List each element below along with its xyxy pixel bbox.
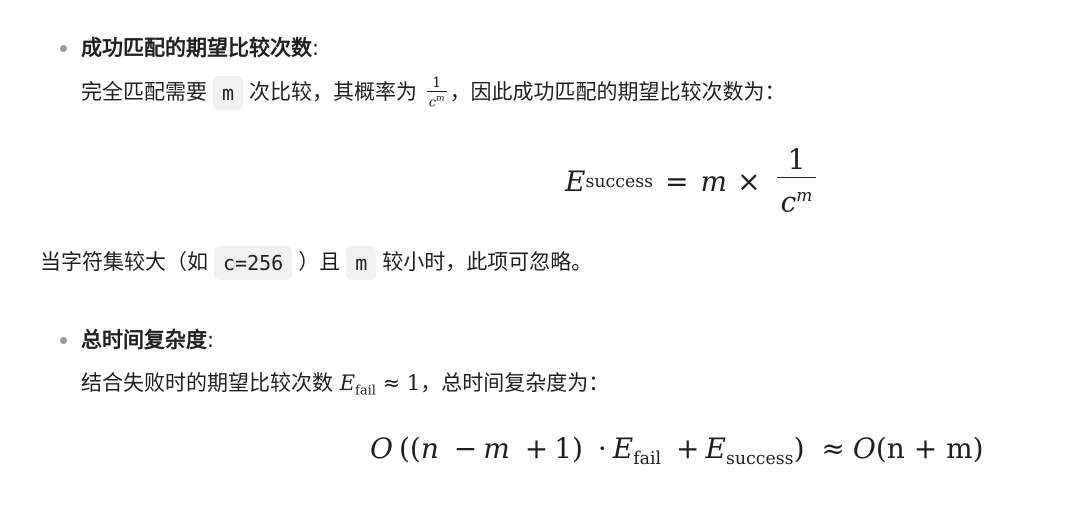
one: 1: [554, 432, 573, 465]
E-subscript: success: [725, 449, 794, 470]
paren-close: ): [572, 432, 583, 465]
paren-close: ): [793, 432, 805, 465]
E-symbol: E: [339, 371, 356, 395]
text-segment: 结合失败时的期望比较次数: [81, 371, 333, 395]
O-symbol: O: [370, 432, 393, 465]
text-segment: 较小时，此项可忽略。: [382, 250, 593, 274]
plus-sign: +: [524, 432, 549, 465]
den-sup: m: [436, 94, 445, 104]
success-formula: Esuccess = m × 1 cm: [565, 142, 822, 222]
paren-open: ((: [398, 432, 421, 465]
inline-fraction: 1 cm: [426, 75, 447, 111]
bullet-dot: [60, 337, 67, 344]
approx-sign: ≈: [821, 432, 845, 465]
explanation-line: 完全匹配需要 m 次比较，其概率为 1 cm ，因此成功匹配的期望比较次数为：: [81, 75, 786, 111]
text-segment: ，因此成功匹配的期望比较次数为：: [449, 80, 786, 105]
explanation-line: 结合失败时的期望比较次数 Efail ≈ 1，总时间复杂度为：: [81, 369, 609, 406]
complexity-formula: O ((n − m +1) · Efail + Esuccess) ≈ O(n + m): [370, 425, 984, 483]
section-title: 成功匹配的期望比较次数: [81, 36, 312, 60]
text-segment: 当字符集较大（如: [40, 250, 208, 274]
cdot-sign: ·: [597, 432, 607, 465]
E-symbol: E: [705, 432, 726, 465]
minus-sign: −: [453, 432, 478, 465]
den-base: c: [428, 95, 437, 111]
section-title-line: 总时间复杂度:: [81, 326, 214, 354]
big-den-base: c: [780, 185, 797, 219]
E-subscript: fail: [633, 449, 662, 470]
O-symbol: O: [852, 432, 876, 465]
E-symbol: E: [565, 165, 586, 198]
E-subscript: fail: [355, 383, 376, 399]
m-symbol: m: [700, 165, 728, 198]
section-title: 总时间复杂度: [81, 328, 207, 352]
plus-sign: +: [676, 432, 700, 465]
big-den-sup: m: [796, 186, 813, 207]
one: 1: [406, 371, 421, 395]
rhs-expression: (n + m): [875, 432, 984, 465]
text-segment: ，总时间复杂度为：: [420, 371, 610, 395]
times-sign: ×: [737, 165, 761, 198]
frac-numerator: 1: [432, 75, 442, 91]
approx-sign: ≈: [382, 371, 401, 395]
note-line: 当字符集较大（如 c=256 ）且 m 较小时，此项可忽略。: [40, 246, 592, 280]
E-symbol: E: [612, 432, 634, 465]
bullet-dot: [60, 45, 67, 52]
section-title-line: 成功匹配的期望比较次数:: [81, 34, 319, 62]
code-m: m: [213, 76, 244, 111]
text-segment: ）且: [298, 250, 341, 274]
n-symbol: n: [420, 432, 439, 465]
big-frac-numerator: 1: [787, 143, 806, 177]
m-symbol: m: [483, 432, 510, 465]
inline-math: Efail ≈ 1: [339, 371, 421, 399]
E-subscript: success: [585, 172, 654, 192]
code-m: m: [346, 246, 377, 280]
frac-denominator: cm: [426, 91, 447, 111]
title-colon: :: [312, 36, 320, 60]
title-colon: :: [207, 328, 215, 352]
code-c256: c=256: [214, 246, 293, 280]
text-segment: 完全匹配需要: [81, 80, 207, 105]
big-fraction: 1 cm: [776, 143, 817, 220]
big-frac-denominator: cm: [776, 177, 817, 220]
text-segment: 次比较，其概率为: [249, 80, 418, 105]
equals-sign: =: [665, 165, 689, 198]
